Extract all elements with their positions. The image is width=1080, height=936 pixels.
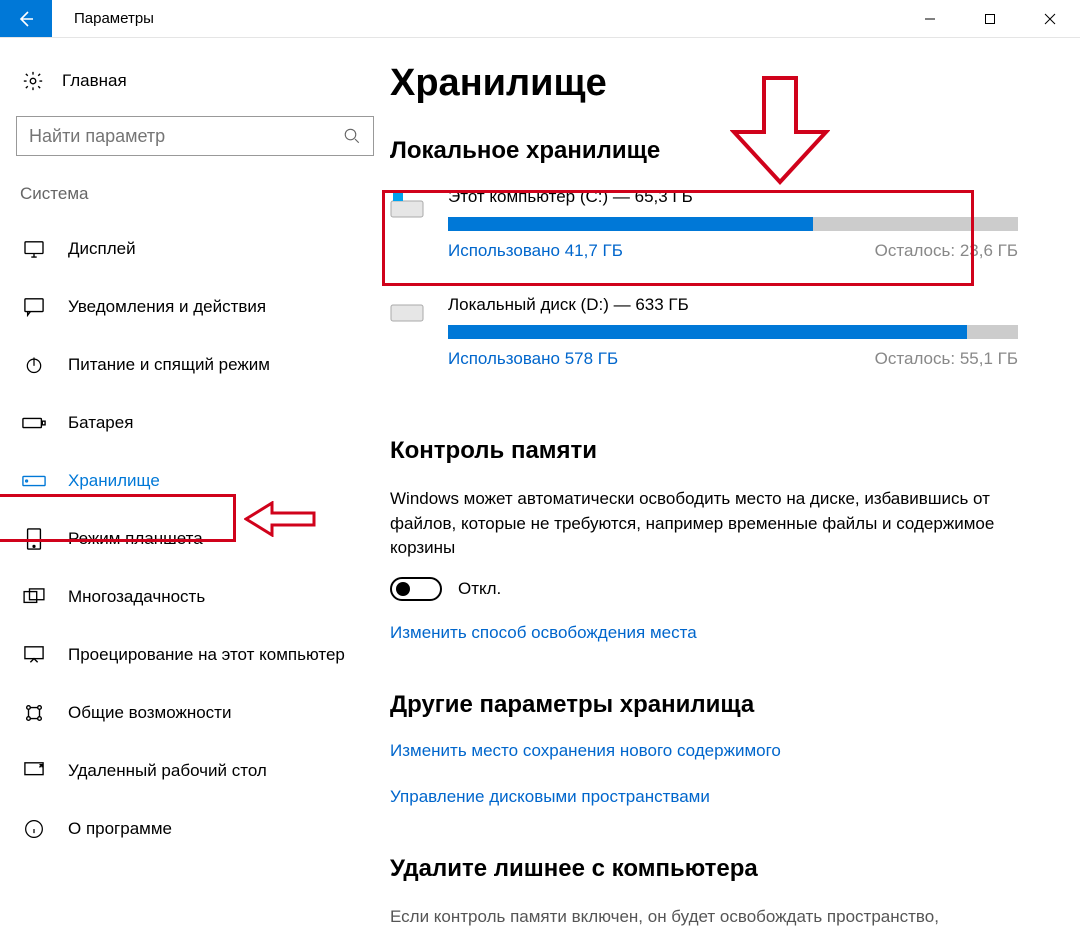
main-content: Хранилище Локальное хранилище Этот компь…: [390, 38, 1080, 936]
section-other-heading: Другие параметры хранилища: [390, 691, 1018, 719]
sidebar-item-notifications[interactable]: Уведомления и действия: [16, 278, 374, 336]
storage-sense-toggle-row: Откл.: [390, 577, 1018, 601]
sense-description: Windows может автоматически освободить м…: [390, 487, 1018, 561]
change-free-link[interactable]: Изменить способ освобождения места: [390, 623, 697, 643]
back-button[interactable]: [0, 0, 52, 37]
maximize-icon: [984, 13, 996, 25]
sidebar-item-remote[interactable]: Удаленный рабочий стол: [16, 742, 374, 800]
sidebar-item-multitasking[interactable]: Многозадачность: [16, 568, 374, 626]
drive-c-stats: Использовано 41,7 ГБ Осталось: 23,6 ГБ: [448, 241, 1018, 261]
sidebar-item-projecting[interactable]: Проецирование на этот компьютер: [16, 626, 374, 684]
drive-c-used: Использовано 41,7 ГБ: [448, 241, 623, 261]
info-icon: [22, 819, 46, 839]
minimize-button[interactable]: [900, 0, 960, 37]
drive-c-bar: [448, 217, 1018, 231]
drive-d-icon: [390, 295, 426, 369]
search-input[interactable]: [29, 126, 361, 147]
sidebar-item-label: Проецирование на этот компьютер: [68, 645, 345, 665]
close-icon: [1044, 13, 1056, 25]
storage-icon: [22, 475, 46, 487]
sidebar-item-display[interactable]: Дисплей: [16, 220, 374, 278]
drive-d-remaining: Осталось: 55,1 ГБ: [875, 349, 1018, 369]
arrow-left-icon: [16, 9, 36, 29]
drive-d-bar: [448, 325, 1018, 339]
drive-c-icon: [390, 187, 426, 261]
sidebar-item-storage[interactable]: Хранилище: [16, 452, 374, 510]
drive-d-body: Локальный диск (D:) — 633 ГБ Использован…: [448, 295, 1018, 369]
sidebar-item-label: Дисплей: [68, 239, 136, 259]
minimize-icon: [924, 13, 936, 25]
drive-c-remaining: Осталось: 23,6 ГБ: [875, 241, 1018, 261]
change-save-location-link[interactable]: Изменить место сохранения нового содержи…: [390, 741, 781, 761]
sidebar-item-label: Многозадачность: [68, 587, 205, 607]
sidebar-item-battery[interactable]: Батарея: [16, 394, 374, 452]
drive-d-title: Локальный диск (D:) — 633 ГБ: [448, 295, 1018, 315]
toggle-state-label: Откл.: [458, 579, 501, 599]
drive-d-fill: [448, 325, 967, 339]
drive-d-block[interactable]: Локальный диск (D:) — 633 ГБ Использован…: [390, 295, 1018, 369]
manage-storage-spaces-link[interactable]: Управление дисковыми пространствами: [390, 787, 710, 807]
sidebar-item-tablet[interactable]: Режим планшета: [16, 510, 374, 568]
sidebar-item-about[interactable]: О программе: [16, 800, 374, 858]
section-cleanup-heading: Удалите лишнее с компьютера: [390, 855, 1018, 883]
sidebar-item-shared[interactable]: Общие возможности: [16, 684, 374, 742]
display-icon: [22, 240, 46, 258]
project-icon: [22, 645, 46, 665]
sidebar: Главная Система Дисплей Уведомления и де…: [0, 38, 390, 936]
sidebar-item-label: Уведомления и действия: [68, 297, 266, 317]
search-icon: [343, 127, 361, 145]
shared-icon: [22, 702, 46, 724]
chat-icon: [22, 297, 46, 317]
sidebar-item-label: Удаленный рабочий стол: [68, 761, 267, 781]
sidebar-section-label: Система: [20, 184, 374, 204]
maximize-button[interactable]: [960, 0, 1020, 37]
battery-icon: [22, 416, 46, 430]
drive-c-block[interactable]: Этот компьютер (C:) — 65,3 ГБ Использова…: [390, 187, 1018, 261]
storage-sense-toggle[interactable]: [390, 577, 442, 601]
window-title: Параметры: [52, 0, 900, 37]
sidebar-item-label: Общие возможности: [68, 703, 231, 723]
body: Главная Система Дисплей Уведомления и де…: [0, 38, 1080, 936]
search-input-wrapper[interactable]: [16, 116, 374, 156]
drive-d-used: Использовано 578 ГБ: [448, 349, 618, 369]
sidebar-item-label: Режим планшета: [68, 529, 203, 549]
section-local-heading: Локальное хранилище: [390, 137, 1018, 165]
drive-c-title: Этот компьютер (C:) — 65,3 ГБ: [448, 187, 1018, 207]
drive-d-stats: Использовано 578 ГБ Осталось: 55,1 ГБ: [448, 349, 1018, 369]
gear-icon: [22, 70, 44, 92]
sidebar-home[interactable]: Главная: [16, 60, 374, 102]
sidebar-home-label: Главная: [62, 71, 127, 91]
drive-c-body: Этот компьютер (C:) — 65,3 ГБ Использова…: [448, 187, 1018, 261]
drive-c-fill: [448, 217, 813, 231]
close-button[interactable]: [1020, 0, 1080, 37]
page-title: Хранилище: [390, 62, 1018, 105]
sidebar-item-power[interactable]: Питание и спящий режим: [16, 336, 374, 394]
toggle-knob: [396, 582, 410, 596]
titlebar: Параметры: [0, 0, 1080, 38]
sidebar-item-label: Хранилище: [68, 471, 160, 491]
multitask-icon: [22, 588, 46, 606]
sidebar-item-label: О программе: [68, 819, 172, 839]
power-icon: [22, 355, 46, 375]
remote-icon: [22, 761, 46, 781]
sidebar-item-label: Батарея: [68, 413, 133, 433]
tablet-icon: [22, 528, 46, 550]
sidebar-item-label: Питание и спящий режим: [68, 355, 270, 375]
section-sense-heading: Контроль памяти: [390, 437, 1018, 465]
cleanup-description: Если контроль памяти включен, он будет о…: [390, 905, 1018, 930]
